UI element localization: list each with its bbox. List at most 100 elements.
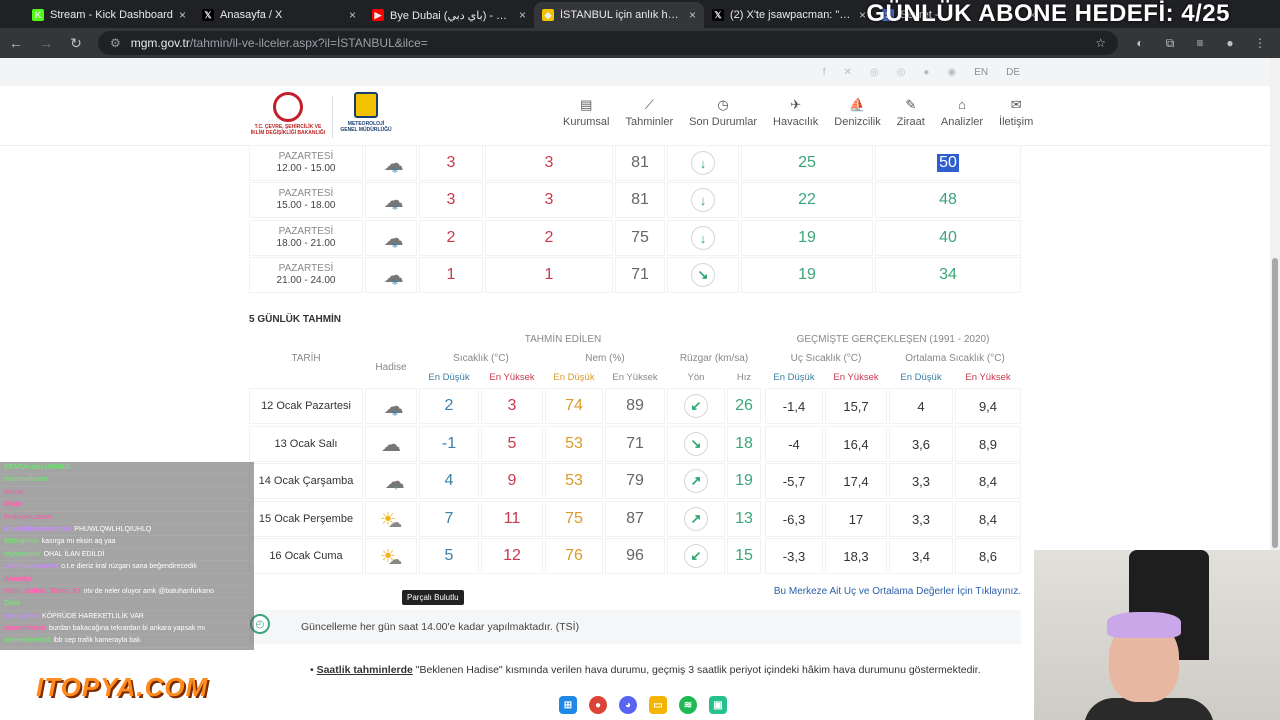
a_low-value: 3,3 [911,473,931,489]
gust-cell: 50 [875,145,1021,181]
mgm-logo-text: METEOROLOJİ GENEL MÜDÜRLÜĞÜ [340,121,392,133]
forward-icon[interactable]: → [38,35,54,51]
nav-item[interactable]: ⌂ Analizler [933,96,991,128]
humidity-value: 81 [631,154,649,171]
spotify-icon[interactable]: ≋ [679,696,697,714]
nav-item[interactable]: ◷ Son Durumlar [681,96,765,128]
extremes-link[interactable]: Bu Merkeze Ait Uç ve Ortalama Değerler İ… [774,586,1021,597]
rain-cloud-icon[interactable]: ☁ ᵎᵎ [385,469,405,494]
bookmark-star-icon[interactable]: ☆ [1095,36,1106,50]
a_high-value: 8,9 [978,436,998,452]
period-cell: PAZARTESİ 12.00 - 15.00 [249,145,363,181]
reload-icon[interactable]: ↻ [68,35,84,52]
mgm-logo[interactable]: METEOROLOJİ GENEL MÜDÜRLÜĞÜ [340,92,392,142]
chat-message: KRNTAcitas1984BI2 [0,462,254,475]
x_low-value: -1,4 [782,398,806,414]
chrome-icon[interactable]: ● [589,696,607,714]
partly-cloudy-icon[interactable]: ☀ ☁ [380,545,402,568]
humidity-cell: 81 [615,182,665,218]
sidepanel-icon[interactable]: ≡ [1192,36,1208,50]
h_low-value: 76 [565,547,583,564]
x_low-value: -3,3 [782,548,806,564]
header-past: GEÇMİŞTE GERÇEKLEŞEN (1991 - 2020) [765,330,1021,348]
satellite-icon[interactable]: ◎ [897,67,906,78]
a_high-value: 8,6 [978,548,998,564]
hourly-note-link[interactable]: Saatlik tahminlerde [317,664,413,676]
x_low-value: -5,7 [782,473,806,489]
h_high-value: 89 [626,397,644,414]
nav-item[interactable]: ⟋ Tahminler [617,96,681,128]
accessibility-eye-icon[interactable]: ◉ [947,67,956,78]
chat-text: o.t.e dieriz kral rüzgarı sana beğendire… [61,563,197,571]
subscriber-goal-overlay: GÜNLÜK ABONE HEDEFİ: 4/25 [866,0,1230,27]
browser-tab[interactable]: ▶ Bye Dubai (باي دبي) - YouTu × [364,2,534,28]
temp-cell: 3 [419,145,483,181]
cloud-icon[interactable]: ☁ [381,432,401,457]
scroll-thumb[interactable] [1272,258,1278,548]
avg-high-cell: 8,9 [955,426,1021,462]
temp-low-cell: 5 [419,538,479,574]
discord-icon[interactable]: ◕ [619,696,637,714]
puzzle-icon[interactable]: ⧉ [1162,36,1178,51]
close-icon[interactable]: × [349,8,356,22]
browser-tab[interactable]: 𝕏 Anasayfa / X × [194,2,364,28]
nav-item[interactable]: ✈ Havacılık [765,96,826,128]
partly-cloudy-icon[interactable]: ☀ ☁ [380,508,402,531]
temp-high-cell: 11 [481,501,543,537]
chat-message: Zeka [0,598,254,611]
menu-icon[interactable]: ⋮ [1252,36,1268,50]
period-cell: PAZARTESİ 21.00 - 24.00 [249,257,363,293]
wind-direction-icon: ↓ [691,226,715,250]
date-cell: 16 Ocak Cuma [249,538,363,574]
x-icon[interactable]: ✕ [844,67,852,78]
back-icon[interactable]: ← [8,35,24,51]
close-icon[interactable]: × [689,8,696,22]
feels-like-value: 3 [544,191,554,208]
main-nav: ▤ Kurumsal ⟋ Tahminler ◷ Son Durumlar ✈ Havacıl… [555,96,1041,128]
event-cell: ☀ ☁ [365,538,417,574]
profile-avatar[interactable]: ● [1222,36,1238,50]
lang-de[interactable]: DE [1006,67,1020,78]
url-bar[interactable]: ⚙ mgm.gov.tr/tahmin/il-ve-ilceler.aspx?i… [98,31,1118,55]
nav-item[interactable]: ✎ Ziraat [889,96,933,128]
extension-icon[interactable]: ◐ [1132,36,1148,50]
snow-cloud-icon[interactable]: ☁ ❄ [384,394,404,419]
t_high-value: 9 [507,472,517,489]
wind-speed-value: 19 [798,229,816,246]
app-icon[interactable]: ▣ [709,696,727,714]
gust-cell: 40 [875,220,1021,256]
radar-icon[interactable]: ◎ [870,67,879,78]
browser-tab[interactable]: 𝕏 (2) X'te jsawpacman: "@nocont × [704,2,874,28]
extreme-high-cell: 15,7 [825,388,887,424]
a_low-value: 3,3 [911,511,931,527]
close-icon[interactable]: × [519,8,526,22]
browser-tab[interactable]: ◆ İSTANBUL için anlık hava durum × [534,2,704,28]
wind_speed-value: 26 [735,397,753,414]
ministry-logo[interactable]: T.C. ÇEVRE, ŞEHİRCİLİK VE İKLİM DEĞİŞİKL… [248,92,328,142]
avg-high-cell: 9,4 [955,388,1021,424]
nav-item[interactable]: ⛵ Denizcilik [826,96,888,128]
close-icon[interactable]: × [859,8,866,22]
lang-en[interactable]: EN [974,67,988,78]
site-info-icon[interactable]: ⚙ [110,36,121,50]
nav-item[interactable]: ✉ İletişim [991,96,1041,128]
file-explorer-icon[interactable]: ▭ [649,696,667,714]
chat-username: Zeka [4,600,20,608]
close-icon[interactable]: × [179,8,186,22]
browser-tab[interactable]: K Stream - Kick Dashboard × [24,2,194,28]
period-time: 18.00 - 21.00 [276,238,336,249]
period-time: 21.00 - 24.00 [276,275,336,286]
facebook-icon[interactable]: f [823,67,826,78]
browser-toolbar: ← → ↻ ⚙ mgm.gov.tr/tahmin/il-ve-ilceler.… [0,28,1280,58]
event-cell: ☁ ❄ [365,182,417,218]
microphone-icon[interactable]: ● [923,67,929,78]
t_high-value: 11 [503,510,521,527]
chat-username: hammelhurm [4,476,48,484]
windows-start-icon[interactable]: ⊞ [559,696,577,714]
event-cell: ☁ ❄ [365,145,417,181]
a_high-value: 9,4 [978,398,998,414]
h_low-value: 75 [565,510,583,527]
chat-username: KRNTAcitas1984BI2 [4,464,71,471]
subheader-avg-high: En Yüksek [955,368,1021,386]
nav-item[interactable]: ▤ Kurumsal [555,96,617,128]
